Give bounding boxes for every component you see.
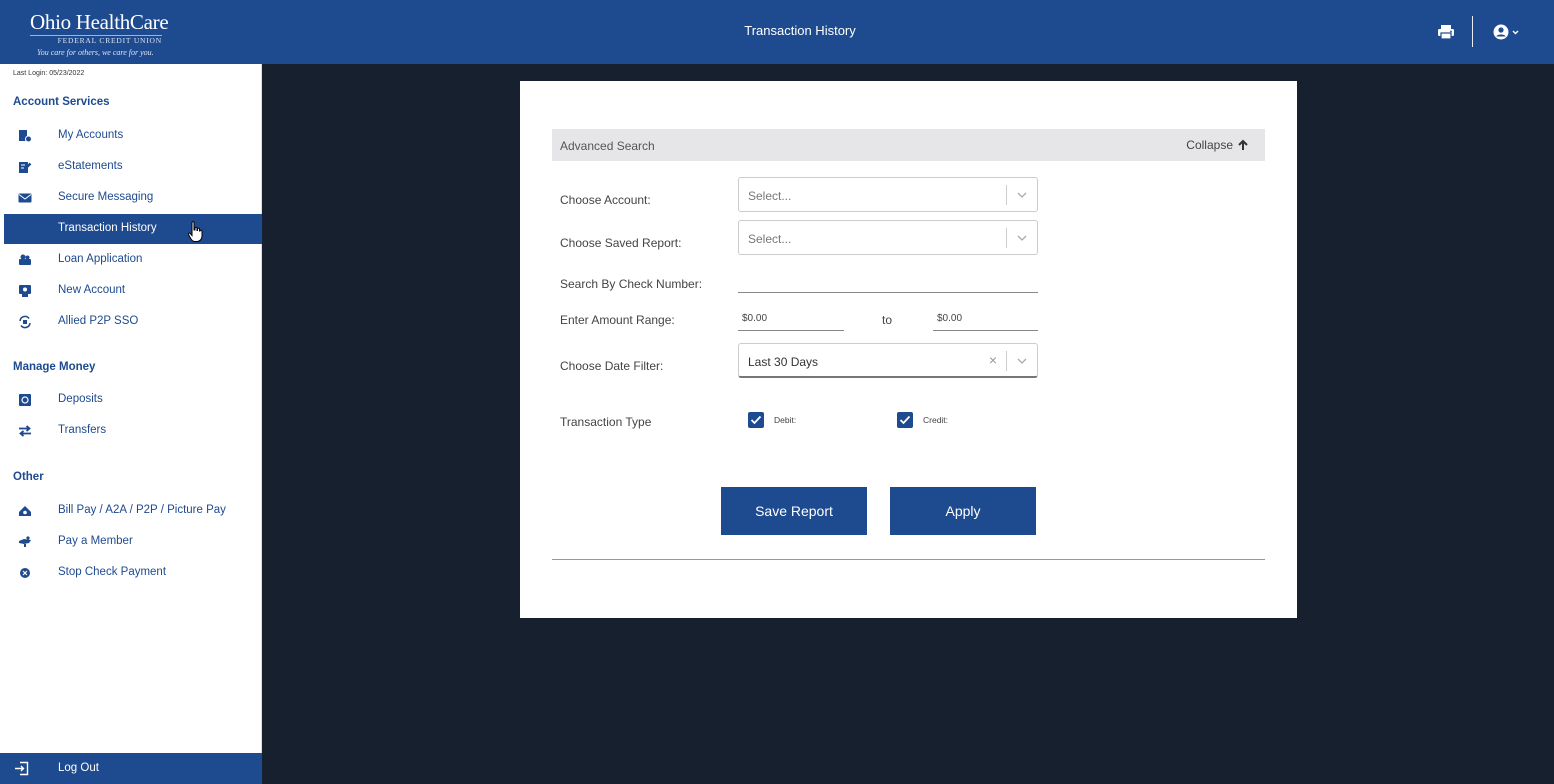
divider: [552, 559, 1265, 560]
sidebar-item-label: Allied P2P SSO: [58, 315, 139, 327]
logout-label: Log Out: [58, 762, 99, 774]
sidebar-item-label: Transaction History: [58, 222, 157, 234]
checkmark-icon: [750, 415, 762, 425]
sidebar-item-label: eStatements: [58, 160, 123, 172]
select-separator: [1006, 185, 1007, 205]
transfer-cycle-icon: [19, 315, 31, 329]
sidebar-item-label: Stop Check Payment: [58, 566, 167, 578]
apply-button[interactable]: Apply: [890, 487, 1036, 535]
advanced-search-title: Advanced Search: [560, 139, 655, 153]
date-filter-label: Choose Date Filter:: [560, 359, 664, 373]
debit-checkbox[interactable]: [748, 412, 764, 428]
saved-report-select[interactable]: Select...: [738, 220, 1038, 255]
page-title: Transaction History: [744, 23, 856, 38]
sidebar-item-new-account[interactable]: New Account: [0, 276, 262, 306]
sidebar-item-bill-pay[interactable]: Bill Pay / A2A / P2P / Picture Pay: [0, 496, 262, 526]
sidebar-item-stop-check-payment[interactable]: Stop Check Payment: [0, 558, 262, 588]
sidebar-item-pay-a-member[interactable]: Pay a Member: [0, 527, 262, 557]
header-divider: [1472, 16, 1473, 47]
exchange-icon: [19, 425, 31, 437]
sidebar: Last Login: 05/23/2022 Account Services …: [0, 64, 262, 784]
logo-tagline: You care for others, we care for you.: [37, 48, 154, 57]
user-circle-icon: [1493, 24, 1509, 40]
sidebar-item-deposits[interactable]: Deposits: [0, 385, 262, 415]
choose-account-select[interactable]: Select...: [738, 177, 1038, 212]
sidebar-item-label: Transfers: [58, 424, 107, 436]
check-number-input[interactable]: [738, 271, 1038, 293]
sidebar-item-label: Pay a Member: [58, 535, 133, 547]
accounts-icon: [19, 130, 32, 143]
statement-icon: [19, 162, 32, 173]
logout-icon: [15, 761, 29, 776]
amount-to-label: to: [882, 313, 893, 327]
sidebar-item-transfers[interactable]: Transfers: [0, 416, 262, 446]
sidebar-item-label: My Accounts: [58, 129, 124, 141]
select-separator: [1006, 351, 1007, 371]
collapse-label: Collapse: [1186, 138, 1233, 152]
advanced-search-panel: Advanced Search Collapse Choose Account:…: [520, 81, 1297, 618]
sidebar-item-label: Deposits: [58, 393, 103, 405]
sidebar-item-my-accounts[interactable]: My Accounts: [0, 121, 262, 151]
sidebar-item-loan-application[interactable]: Loan Application: [0, 245, 262, 275]
top-header: Ohio HealthCare FEDERAL CREDIT UNION You…: [0, 0, 1554, 64]
logo-title: Ohio HealthCare: [30, 10, 169, 34]
bill-pay-icon: [19, 506, 31, 516]
clear-icon[interactable]: ×: [989, 352, 997, 368]
stop-icon: [20, 568, 30, 578]
amount-from-input[interactable]: [738, 307, 844, 331]
credit-checkbox[interactable]: [897, 412, 913, 428]
new-account-icon: [19, 285, 31, 297]
amount-range-label: Enter Amount Range:: [560, 313, 675, 327]
sidebar-item-estatements[interactable]: eStatements: [0, 152, 262, 182]
transaction-type-label: Transaction Type: [560, 415, 652, 429]
debit-label: Debit:: [774, 415, 797, 425]
chevron-down-icon: [1017, 192, 1027, 198]
choose-account-placeholder: Select...: [748, 189, 792, 203]
checkmark-icon: [899, 415, 911, 425]
sidebar-item-label: Secure Messaging: [58, 191, 154, 203]
logo[interactable]: Ohio HealthCare FEDERAL CREDIT UNION You…: [30, 10, 170, 57]
choose-account-label: Choose Account:: [560, 193, 651, 207]
chevron-down-icon: [1512, 30, 1519, 35]
saved-report-placeholder: Select...: [748, 232, 792, 246]
amount-to-input[interactable]: [933, 307, 1038, 331]
loan-icon: [19, 254, 31, 265]
section-other: Other: [13, 471, 44, 483]
logout-button[interactable]: Log Out: [0, 753, 262, 784]
select-separator: [1006, 228, 1007, 248]
sidebar-item-secure-messaging[interactable]: Secure Messaging: [0, 183, 262, 213]
user-menu-button[interactable]: [1490, 21, 1524, 43]
credit-label: Credit:: [923, 415, 949, 425]
collapse-button[interactable]: Collapse: [1186, 138, 1249, 152]
chevron-down-icon: [1017, 358, 1027, 364]
envelope-icon: [18, 193, 32, 203]
vault-icon: [19, 394, 31, 406]
sidebar-item-allied-p2p-sso[interactable]: Allied P2P SSO: [0, 307, 262, 337]
logo-subtitle: FEDERAL CREDIT UNION: [30, 35, 162, 45]
saved-report-label: Choose Saved Report:: [560, 236, 682, 250]
date-filter-select[interactable]: Last 30 Days ×: [738, 343, 1038, 378]
sidebar-item-label: Bill Pay / A2A / P2P / Picture Pay: [58, 504, 226, 516]
chevron-down-icon: [1017, 235, 1027, 241]
section-manage-money: Manage Money: [13, 361, 96, 373]
sidebar-item-label: Loan Application: [58, 253, 143, 265]
sidebar-item-label: New Account: [58, 284, 126, 296]
arrow-up-icon: [1238, 139, 1248, 150]
date-filter-value: Last 30 Days: [748, 355, 819, 369]
pay-member-icon: [19, 536, 31, 547]
save-report-button[interactable]: Save Report: [721, 487, 867, 535]
advanced-search-header: Advanced Search Collapse: [552, 129, 1265, 161]
hand-cursor-icon: [187, 221, 203, 242]
section-account-services: Account Services: [13, 96, 110, 108]
last-login: Last Login: 05/23/2022: [13, 70, 85, 77]
check-number-label: Search By Check Number:: [560, 277, 703, 291]
sidebar-item-transaction-history[interactable]: Transaction History: [4, 214, 262, 244]
printer-icon[interactable]: [1436, 22, 1456, 42]
